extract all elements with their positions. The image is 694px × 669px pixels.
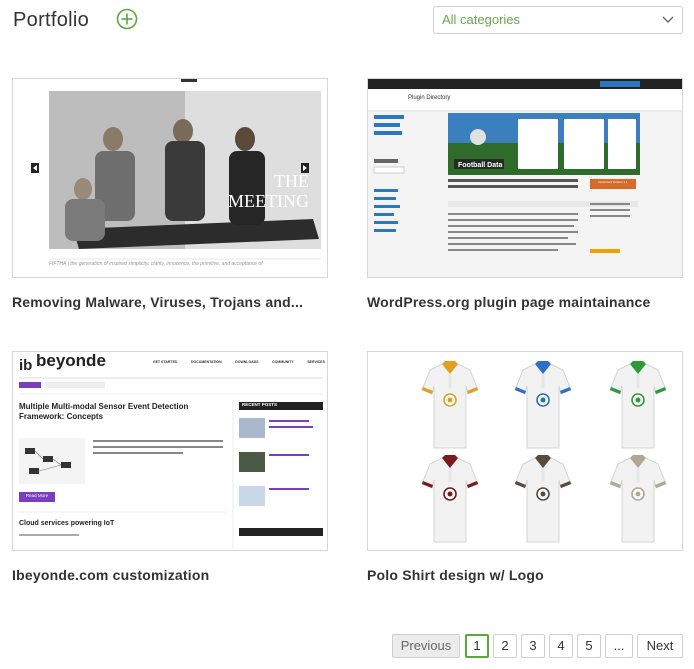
portfolio-item-title[interactable]: WordPress.org plugin page maintainance [367, 294, 694, 310]
polo-shirt [421, 455, 479, 543]
chevron-down-icon [662, 16, 674, 23]
thumb-caption: FIFTHA | the generation of inspired simp… [49, 261, 263, 267]
polo-shirts-image [421, 361, 667, 543]
category-select-value: All categories [442, 12, 521, 27]
svg-text:MEETING: MEETING [228, 191, 309, 211]
pagination-previous-button[interactable]: Previous [392, 634, 460, 658]
thumb-headline: THE [274, 171, 309, 191]
thumb-nav: GET STARTED DOCUMENTATION DOWNLOADS COMM… [153, 360, 325, 364]
pagination-ellipsis[interactable]: ... [605, 634, 633, 658]
portfolio-item-title[interactable]: Polo Shirt design w/ Logo [367, 567, 694, 583]
thumb-read-more: Read More [25, 493, 49, 498]
magazine-spread-image: THE MEETING [13, 79, 327, 277]
portfolio-header: Portfolio All categories [12, 6, 684, 34]
page-title: Portfolio [13, 9, 90, 31]
pagination-page-5[interactable]: 5 [577, 634, 601, 658]
plugin-directory-screenshot: Football Data [368, 79, 682, 277]
portfolio-thumbnail[interactable]: ib beyonde GET STARTED DOCUMENTATION DOW… [12, 351, 328, 551]
portfolio-thumbnail[interactable]: Football Data Plugin Directory Download … [367, 78, 683, 278]
thumb-logo: beyonde [36, 351, 106, 370]
polo-shirt [421, 361, 479, 449]
plus-circle-icon[interactable] [116, 8, 138, 30]
category-select[interactable]: All categories [433, 6, 683, 34]
pagination-page-4[interactable]: 4 [549, 634, 573, 658]
polo-shirt [514, 455, 572, 543]
thumb-banner-text: Football Data [458, 162, 502, 169]
portfolio-item-title[interactable]: Ibeyonde.com customization [12, 567, 342, 583]
thumb-header: Plugin Directory [408, 95, 451, 101]
pagination-next-button[interactable]: Next [637, 634, 683, 658]
polo-shirt [609, 361, 667, 449]
pagination-page-1[interactable]: 1 [465, 634, 489, 658]
polo-shirt [609, 455, 667, 543]
thumb-download-button: Download Version 1.1 [598, 180, 628, 184]
portfolio-item-title[interactable]: Removing Malware, Viruses, Trojans and..… [12, 294, 342, 310]
thumb-recent-posts: RECENT POSTS [242, 402, 278, 407]
portfolio-thumbnail[interactable] [367, 351, 683, 551]
portfolio-thumbnail[interactable]: THE MEETING FIFTHA | the generation of i… [12, 78, 328, 278]
polo-shirt [514, 361, 572, 449]
svg-text:ib: ib [19, 357, 32, 374]
pagination-page-2[interactable]: 2 [493, 634, 517, 658]
thumb-post2-title: Cloud services powering IoT [19, 520, 115, 527]
pagination-page-3[interactable]: 3 [521, 634, 545, 658]
thumb-post-title: Multiple Multi-modal Sensor Event Detect… [19, 402, 189, 421]
